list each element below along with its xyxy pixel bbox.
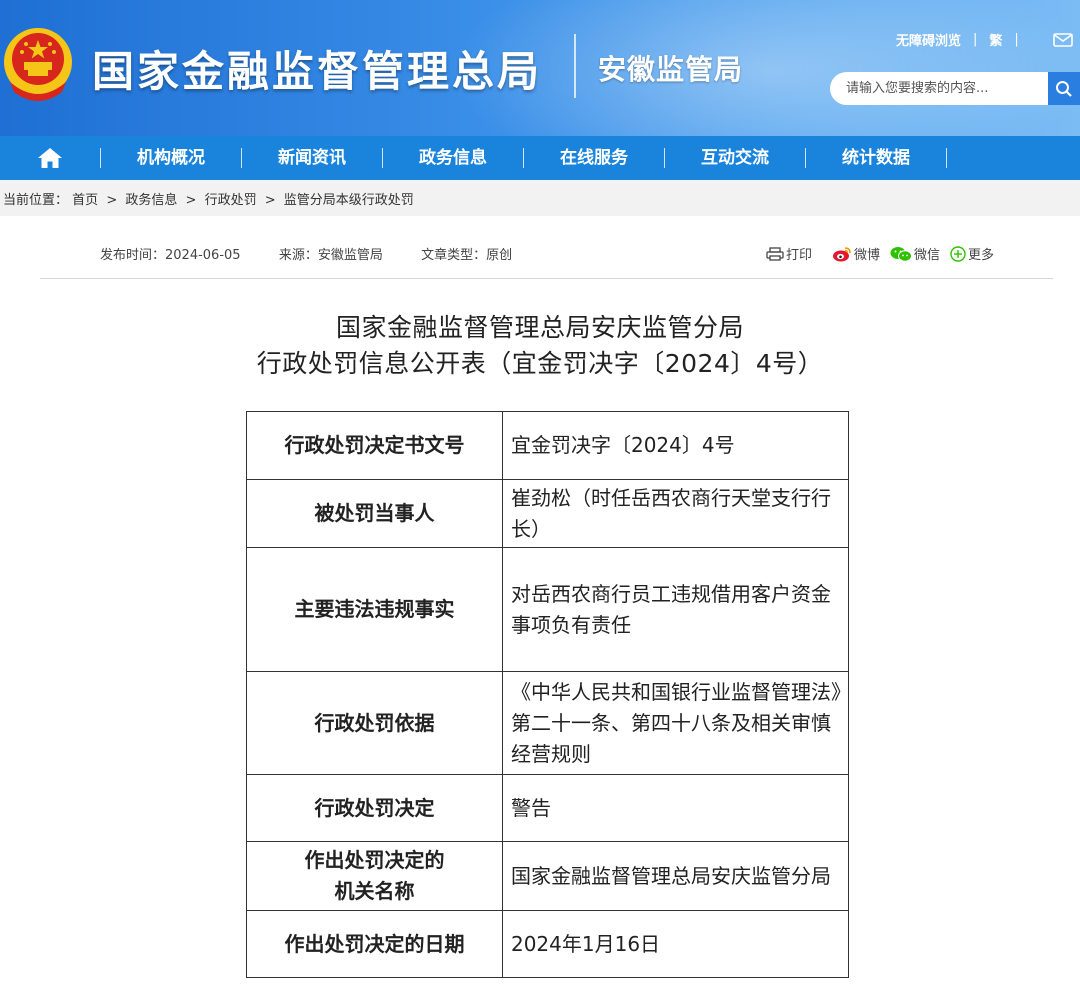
weibo-icon <box>833 246 851 261</box>
main-nav: 机构概况 新闻资讯 政务信息 在线服务 互动交流 统计数据 <box>0 136 1080 180</box>
nav-divider <box>946 148 947 168</box>
wechat-share-button[interactable]: 微信 <box>890 244 940 263</box>
breadcrumb-separator: > <box>185 193 197 208</box>
table-row: 主要违法违规事实 对岳西农商行员工违规借用客户资金事项负有责任 <box>246 547 850 672</box>
share-bar: 打印 微博 微信 更多 <box>766 244 1004 263</box>
table-row: 行政处罚决定 警告 <box>246 774 850 842</box>
wechat-label: 微信 <box>914 248 941 263</box>
table-value: 宜金罚决字〔2024〕4号 <box>501 411 850 480</box>
table-value: 《中华人民共和国银行业监督管理法》第二十一条、第四十八条及相关审慎经营规则 <box>501 671 850 775</box>
table-value: 2024年1月16日 <box>501 910 850 978</box>
plus-circle-icon <box>950 245 966 262</box>
breadcrumb-home[interactable]: 首页 <box>72 193 98 208</box>
table-row: 行政处罚决定书文号 宜金罚决字〔2024〕4号 <box>246 411 850 480</box>
meta-divider <box>40 278 1053 279</box>
breadcrumb-separator: > <box>106 193 118 208</box>
nav-item-news[interactable]: 新闻资讯 <box>242 136 382 180</box>
table-key: 作出处罚决定的日期 <box>246 910 503 978</box>
search-button[interactable] <box>1048 72 1080 105</box>
breadcrumb-separator: > <box>264 193 276 208</box>
link-separator: | <box>1014 32 1019 47</box>
top-links: 无障碍浏览 | 繁 | <box>896 30 1073 49</box>
breadcrumb-current[interactable]: 监管分局本级行政处罚 <box>284 193 414 208</box>
title-divider <box>574 34 576 98</box>
table-key-line2: 机关名称 <box>334 879 415 903</box>
table-key: 被处罚当事人 <box>246 479 503 548</box>
home-icon <box>38 148 62 168</box>
national-emblem-icon[interactable] <box>2 26 74 102</box>
sub-site-title[interactable]: 安徽监管局 <box>598 48 743 88</box>
mail-icon[interactable] <box>1053 32 1073 47</box>
more-share-button[interactable]: 更多 <box>950 244 994 263</box>
table-key: 作出处罚决定的 机关名称 <box>246 841 503 911</box>
breadcrumb-government-info[interactable]: 政务信息 <box>125 193 177 208</box>
breadcrumb: 当前位置： 首页 > 政务信息 > 行政处罚 > 监管分局本级行政处罚 <box>3 189 414 208</box>
breadcrumb-prefix: 当前位置： <box>3 193 69 208</box>
traditional-chinese-link[interactable]: 繁 <box>989 30 1002 49</box>
table-value: 对岳西农商行员工违规借用客户资金事项负有责任 <box>501 547 850 672</box>
weibo-share-button[interactable]: 微博 <box>832 244 880 263</box>
printer-icon <box>766 246 784 261</box>
table-key: 行政处罚决定 <box>246 774 503 842</box>
nav-item-interaction[interactable]: 互动交流 <box>665 136 805 180</box>
table-value: 警告 <box>501 774 850 842</box>
search-input[interactable] <box>830 72 1048 105</box>
nav-home[interactable] <box>0 136 100 180</box>
penalty-info-table: 行政处罚决定书文号 宜金罚决字〔2024〕4号 被处罚当事人 崔劲松（时任岳西农… <box>246 411 850 978</box>
nav-item-statistics[interactable]: 统计数据 <box>806 136 946 180</box>
nav-item-government-info[interactable]: 政务信息 <box>383 136 523 180</box>
table-row: 作出处罚决定的 机关名称 国家金融监督管理总局安庆监管分局 <box>246 841 850 911</box>
breadcrumb-penalty[interactable]: 行政处罚 <box>205 193 257 208</box>
article-type: 文章类型：原创 <box>421 248 513 263</box>
table-row: 作出处罚决定的日期 2024年1月16日 <box>246 910 850 978</box>
document-title-line2: 行政处罚信息公开表（宜金罚决字〔2024〕4号） <box>256 349 824 378</box>
print-button[interactable]: 打印 <box>766 244 812 263</box>
table-value: 国家金融监督管理总局安庆监管分局 <box>501 841 850 911</box>
table-key: 行政处罚决定书文号 <box>246 411 503 480</box>
table-row: 行政处罚依据 《中华人民共和国银行业监督管理法》第二十一条、第四十八条及相关审慎… <box>246 671 850 775</box>
table-key: 主要违法违规事实 <box>246 547 503 672</box>
weibo-label: 微博 <box>854 248 881 263</box>
article-panel: 发布时间：2024-06-05 来源：安徽监管局 文章类型：原创 打印 微博 微… <box>0 216 1080 987</box>
site-title[interactable]: 国家金融监督管理总局 <box>92 38 542 99</box>
link-separator: | <box>973 32 978 47</box>
article-source: 来源：安徽监管局 <box>278 248 383 263</box>
publish-time: 发布时间：2024-06-05 <box>100 248 241 263</box>
wechat-icon <box>890 246 913 262</box>
article-meta: 发布时间：2024-06-05 来源：安徽监管局 文章类型：原创 <box>100 244 512 263</box>
nav-item-online-service[interactable]: 在线服务 <box>524 136 664 180</box>
table-key-line1: 作出处罚决定的 <box>304 848 445 872</box>
table-row: 被处罚当事人 崔劲松（时任岳西农商行天堂支行行长） <box>246 479 850 548</box>
site-header: 国家金融监督管理总局 安徽监管局 无障碍浏览 | 繁 | <box>0 0 1080 136</box>
print-label: 打印 <box>786 248 813 263</box>
table-key: 行政处罚依据 <box>246 671 503 775</box>
search-icon <box>1056 80 1072 97</box>
more-label: 更多 <box>968 248 995 263</box>
nav-item-institution[interactable]: 机构概况 <box>101 136 241 180</box>
table-value: 崔劲松（时任岳西农商行天堂支行行长） <box>501 479 850 548</box>
search-box <box>830 72 1080 105</box>
accessibility-link[interactable]: 无障碍浏览 <box>896 30 961 49</box>
document-title-line1: 国家金融监督管理总局安庆监管分局 <box>335 313 744 342</box>
